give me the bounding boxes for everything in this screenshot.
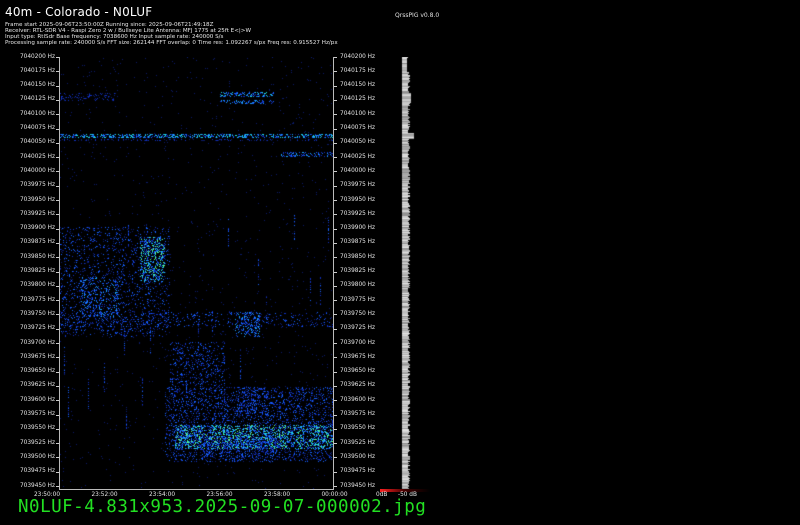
y-tick-label: 7039625 Hz	[340, 382, 376, 389]
y-tick-label: 7039575 Hz	[19, 411, 55, 417]
y-tick-label: 7040025 Hz	[19, 153, 55, 160]
y-tick-label: 7039875 Hz	[19, 239, 55, 246]
y-tick-label: 7040100 Hz	[19, 110, 55, 117]
y-tick-label: 7039700 Hz	[19, 339, 55, 346]
y-tick-label: 7039925 Hz	[340, 210, 376, 217]
plot-axis-bottom	[59, 489, 334, 490]
y-tick-label: 7039500 Hz	[19, 453, 55, 460]
y-tick-label: 7040175 Hz	[19, 67, 55, 74]
info-line-processing: Processing sample rate: 240000 S/s FFT s…	[5, 40, 338, 47]
y-tick-label: 7039650 Hz	[19, 368, 55, 375]
y-tick-label: 7039950 Hz	[340, 196, 376, 203]
y-tick-label: 7039850 Hz	[19, 253, 55, 260]
y-tick-label: 7039975 Hz	[340, 182, 376, 189]
spectrogram-title: 40m - Colorado - N0LUF	[5, 5, 153, 19]
y-tick-label: 7039775 Hz	[340, 296, 376, 303]
y-tick-label: 7039625 Hz	[19, 382, 55, 389]
y-tick-label: 7039575 Hz	[340, 411, 376, 417]
y-tick-label: 7040050 Hz	[340, 139, 376, 146]
y-tick-label: 7039450 Hz	[19, 482, 55, 489]
y-tick-label: 7039525 Hz	[19, 439, 55, 446]
y-tick-label: 7039475 Hz	[340, 468, 376, 475]
y-tick-label: 7039750 Hz	[19, 310, 55, 317]
info-block: Frame start 2025-09-06T23:50:00Z Running…	[5, 22, 338, 46]
y-tick-label: 7040175 Hz	[340, 67, 376, 74]
y-tick-label: 7039650 Hz	[340, 368, 376, 375]
frequency-profile	[398, 57, 418, 489]
y-tick-label: 7040075 Hz	[340, 125, 376, 131]
y-tick-label: 7039900 Hz	[19, 225, 55, 232]
y-tick-label: 7039950 Hz	[19, 196, 55, 203]
y-tick-label: 7040125 Hz	[340, 96, 376, 103]
y-tick-label: 7039475 Hz	[19, 468, 55, 475]
y-tick-label: 7039875 Hz	[340, 239, 376, 246]
y-tick-label: 7040200 Hz	[340, 53, 376, 60]
y-tick-label: 7039800 Hz	[19, 282, 55, 289]
y-tick-label: 7039850 Hz	[340, 253, 376, 260]
y-tick-label: 7039825 Hz	[19, 268, 55, 274]
y-tick-label: 7039450 Hz	[340, 482, 376, 489]
y-tick-label: 7040150 Hz	[340, 82, 376, 89]
y-tick-label: 7040000 Hz	[19, 167, 55, 174]
waterfall-plot	[60, 57, 333, 489]
y-tick-label: 7039925 Hz	[19, 210, 55, 217]
y-tick-label: 7040200 Hz	[19, 53, 55, 60]
y-tick-label: 7039600 Hz	[340, 396, 376, 403]
y-tick-label: 7039750 Hz	[340, 310, 376, 317]
app-version: QrssPIG v0.8.0	[395, 12, 440, 19]
y-tick-label: 7040100 Hz	[340, 110, 376, 117]
y-tick-label: 7040125 Hz	[19, 96, 55, 103]
y-tick-label: 7040150 Hz	[19, 82, 55, 89]
y-tick-label: 7039775 Hz	[19, 296, 55, 303]
plot-axis-right	[333, 57, 334, 489]
y-tick-label: 7039700 Hz	[340, 339, 376, 346]
y-tick-label: 7040050 Hz	[19, 139, 55, 146]
y-tick-label: 7039550 Hz	[19, 425, 55, 432]
y-tick-label: 7039725 Hz	[340, 325, 376, 332]
y-tick-label: 7039675 Hz	[340, 353, 376, 360]
y-tick-label: 7039900 Hz	[340, 225, 376, 232]
y-tick-label: 7039500 Hz	[340, 453, 376, 460]
filename-caption: N0LUF-4.831x953.2025-09-07-000002.jpg	[18, 497, 427, 517]
y-tick-label: 7039525 Hz	[340, 439, 376, 446]
y-tick-label: 7039550 Hz	[340, 425, 376, 432]
y-tick-label: 7040075 Hz	[19, 125, 55, 131]
y-tick-label: 7039975 Hz	[19, 182, 55, 189]
y-tick-label: 7039725 Hz	[19, 325, 55, 332]
y-tick-label: 7039600 Hz	[19, 396, 55, 403]
y-tick-label: 7040000 Hz	[340, 167, 376, 174]
y-tick-label: 7039675 Hz	[19, 353, 55, 360]
y-tick-label: 7039825 Hz	[340, 268, 376, 274]
y-tick-label: 7039800 Hz	[340, 282, 376, 289]
y-tick-label: 7040025 Hz	[340, 153, 376, 160]
